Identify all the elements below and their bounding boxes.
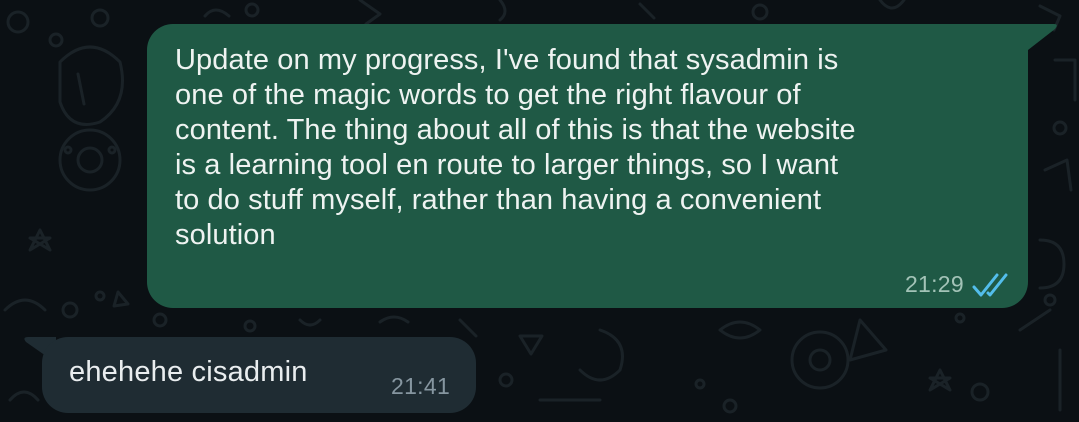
double-check-read-icon [972,273,1008,296]
incoming-message-bubble[interactable]: ehehehe cisadmin 21:41 [42,337,476,413]
outgoing-message-time: 21:29 [904,271,964,297]
incoming-message-text: ehehehe cisadmin [69,356,308,388]
outgoing-message-meta: 21:29 [905,271,1016,298]
outgoing-message-bubble[interactable]: Update on my progress, I've found that s… [147,24,1028,308]
incoming-message-time: 21:41 [391,373,451,399]
outgoing-message-text: Update on my progress, I've found that s… [175,44,856,251]
outgoing-bubble-tail [1026,24,1057,50]
